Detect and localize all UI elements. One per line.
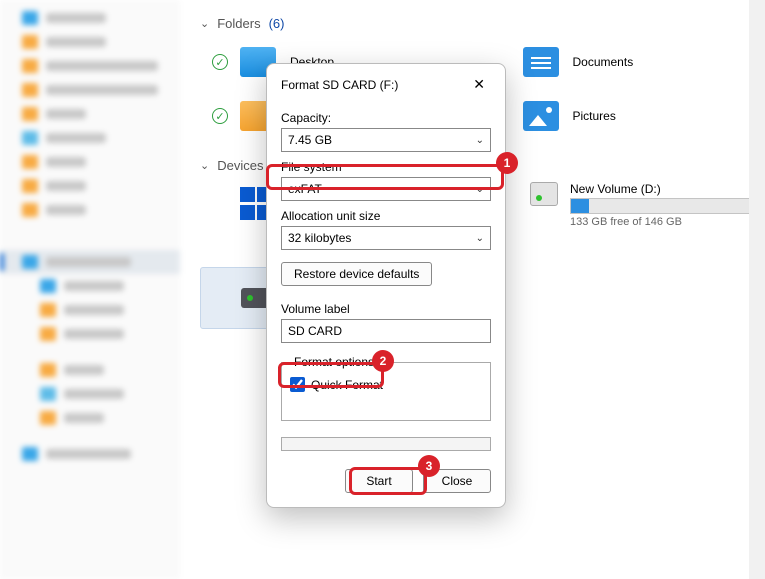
documents-icon: [523, 47, 559, 77]
drive-icon: [530, 182, 558, 206]
section-count: (6): [269, 16, 285, 31]
volume-label-input[interactable]: [281, 319, 491, 343]
filesystem-value: exFAT: [288, 182, 322, 196]
chevron-down-icon[interactable]: ⌄: [200, 17, 209, 30]
filesystem-label: File system: [281, 160, 491, 174]
quick-format-option[interactable]: Quick Format: [290, 377, 482, 392]
folder-item-documents[interactable]: Documents: [483, 41, 765, 95]
format-options-legend: Format options: [290, 355, 378, 369]
section-label: Devices: [217, 158, 263, 173]
drive-title: New Volume (D:): [570, 182, 750, 196]
close-icon[interactable]: ✕: [467, 74, 491, 95]
scrollbar[interactable]: [749, 0, 765, 579]
volume-label-label: Volume label: [281, 302, 491, 316]
filesystem-dropdown[interactable]: exFAT ⌄: [281, 177, 491, 201]
format-options-group: Format options Quick Format: [281, 355, 491, 421]
start-button[interactable]: Start: [345, 469, 413, 493]
capacity-dropdown[interactable]: 7.45 GB ⌄: [281, 128, 491, 152]
chevron-down-icon: ⌄: [476, 184, 484, 195]
restore-defaults-button[interactable]: Restore device defaults: [281, 262, 432, 286]
quick-format-label: Quick Format: [311, 378, 383, 392]
folder-item-pictures[interactable]: Pictures: [483, 95, 765, 149]
chevron-down-icon: ⌄: [476, 135, 484, 146]
folder-label: Documents: [573, 55, 634, 69]
sync-check-icon: ✓: [212, 108, 228, 124]
progress-bar: [281, 437, 491, 451]
dialog-title: Format SD CARD (F:): [281, 78, 398, 92]
folder-label: Pictures: [573, 109, 616, 123]
alloc-dropdown[interactable]: 32 kilobytes ⌄: [281, 226, 491, 250]
chevron-down-icon[interactable]: ⌄: [200, 159, 209, 172]
alloc-value: 32 kilobytes: [288, 231, 351, 245]
quick-format-checkbox[interactable]: [290, 377, 305, 392]
section-label: Folders: [217, 16, 260, 31]
device-item-new-volume[interactable]: New Volume (D:) 133 GB free of 146 GB: [530, 182, 750, 228]
sidebar-navigation: [0, 0, 180, 579]
capacity-label: Capacity:: [281, 111, 491, 125]
drive-free-text: 133 GB free of 146 GB: [570, 216, 750, 228]
chevron-down-icon: ⌄: [476, 233, 484, 244]
pictures-icon: [523, 101, 559, 131]
drive-usage-bar: [570, 198, 750, 214]
sync-check-icon: ✓: [212, 54, 228, 70]
format-dialog: Format SD CARD (F:) ✕ Capacity: 7.45 GB …: [266, 63, 506, 508]
capacity-value: 7.45 GB: [288, 133, 332, 147]
alloc-label: Allocation unit size: [281, 209, 491, 223]
close-button[interactable]: Close: [423, 469, 491, 493]
